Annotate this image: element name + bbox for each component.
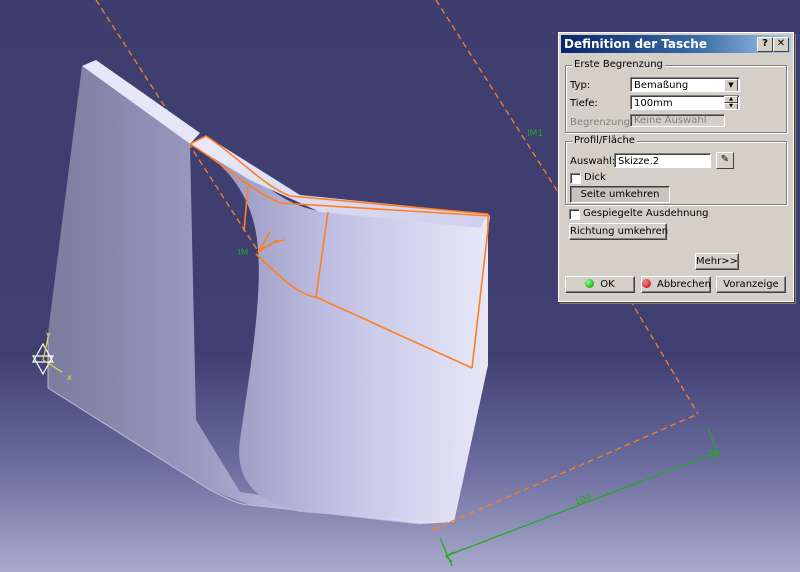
more-button[interactable]: Mehr>> [695, 253, 739, 270]
point-label: IM [238, 248, 248, 258]
depth-field[interactable]: 100mm ▲ ▼ [630, 95, 740, 110]
dimension-value-label[interactable]: 100 [573, 492, 593, 508]
plane-label: IM1 [527, 129, 543, 139]
dialog-title: Definition der Tasche [564, 37, 707, 51]
help-button[interactable]: ? [757, 37, 773, 52]
thick-checkbox[interactable] [570, 173, 581, 184]
cancel-icon [642, 279, 651, 288]
thick-label: Dick [584, 172, 606, 183]
cancel-label: Abbrechen [657, 279, 711, 290]
selection-label: Auswahl: [570, 156, 616, 167]
type-select-value: Bemaßung [634, 80, 689, 91]
dialog-titlebar[interactable]: Definition der Tasche ? ✕ [561, 35, 791, 53]
profile-group: Profil/Fläche Auswahl: Skizze.2 ✎ Dick S… [565, 135, 787, 205]
ok-button[interactable]: OK [565, 276, 635, 293]
reference-line-right [435, 0, 559, 193]
mirrored-checkbox[interactable] [569, 209, 580, 220]
limit-label: Begrenzung: [570, 117, 634, 128]
type-label: Typ: [570, 80, 591, 91]
axis-x-label: x [67, 373, 72, 382]
sketch-edit-icon[interactable]: ✎ [716, 152, 734, 169]
spin-up-icon[interactable]: ▲ [724, 96, 738, 103]
limit-field[interactable]: Keine Auswahl [630, 114, 725, 127]
spin-down-icon[interactable]: ▼ [724, 103, 738, 109]
ok-icon [585, 279, 595, 288]
preview-button[interactable]: Voranzeige [716, 276, 786, 293]
first-limit-group: Erste Begrenzung Typ: Bemaßung ▼ Tiefe: … [565, 59, 787, 133]
mirrored-label: Gespiegelte Ausdehnung [583, 208, 709, 219]
profile-legend: Profil/Fläche [572, 135, 637, 146]
depth-label: Tiefe: [570, 98, 598, 109]
type-select[interactable]: Bemaßung ▼ [630, 77, 740, 92]
close-button[interactable]: ✕ [773, 37, 789, 52]
pocket-definition-dialog: Definition der Tasche ? ✕ Erste Begrenzu… [558, 32, 794, 302]
axis-y-label: y [46, 330, 51, 339]
reference-line-right-lower [629, 299, 699, 415]
chevron-down-icon[interactable]: ▼ [724, 79, 738, 91]
ok-label: OK [600, 279, 615, 290]
depth-value: 100mm [634, 98, 673, 109]
reverse-side-button[interactable]: Seite umkehren [570, 186, 670, 203]
cancel-button[interactable]: Abbrechen [641, 276, 711, 293]
first-limit-legend: Erste Begrenzung [572, 59, 665, 70]
reverse-direction-button[interactable]: Richtung umkehren [569, 223, 668, 240]
selection-field[interactable]: Skizze.2 [614, 153, 711, 168]
curved-face[interactable] [190, 136, 490, 522]
